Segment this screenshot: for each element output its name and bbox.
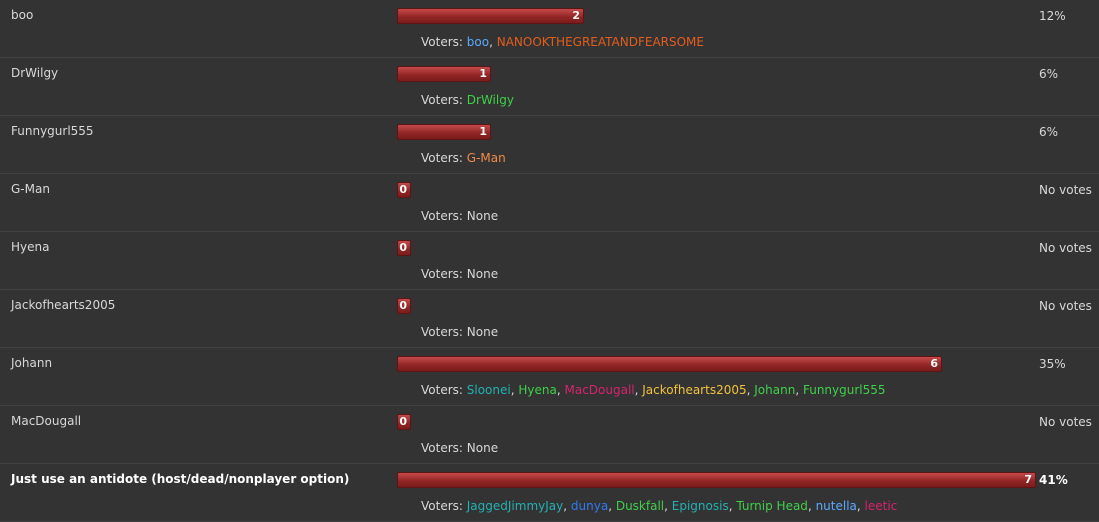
- vote-bar: 2: [397, 8, 584, 24]
- poll-option-label: Hyena: [11, 240, 50, 254]
- voters-list: Voters: None: [421, 325, 498, 339]
- voters-none: None: [466, 267, 499, 281]
- vote-bar: 1: [397, 66, 491, 82]
- poll-option-label: Just use an antidote (host/dead/nonplaye…: [11, 472, 350, 486]
- voters-list: Voters: Sloonei, Hyena, MacDougall, Jack…: [421, 383, 886, 397]
- poll-option-label: MacDougall: [11, 414, 82, 428]
- vote-percent: 35%: [1039, 357, 1066, 371]
- vote-bar: 7: [397, 472, 1036, 488]
- voters-label: Voters:: [421, 267, 463, 281]
- voter-link[interactable]: leetic: [865, 499, 898, 513]
- vote-percent: 6%: [1039, 125, 1059, 139]
- voters-label: Voters:: [421, 499, 463, 513]
- poll-option-row: Johann 6 35% Voters: Sloonei, Hyena, MacDou…: [0, 348, 1099, 406]
- voter-link[interactable]: Duskfall: [616, 499, 664, 513]
- poll-option-label: Johann: [11, 356, 53, 370]
- vote-bar: 0: [397, 240, 411, 256]
- vote-bar: 6: [397, 356, 942, 372]
- voters-label: Voters:: [421, 35, 463, 49]
- poll-option-row: Funnygurl555 1 6% Voters: G-Man: [0, 116, 1099, 174]
- poll-option-label: G-Man: [11, 182, 50, 196]
- voters-none: None: [466, 325, 499, 339]
- poll-option-row: G-Man 0 No votes Voters: None: [0, 174, 1099, 232]
- voter-link[interactable]: NANOOKTHEGREATANDFEARSOME: [497, 35, 704, 49]
- voters-label: Voters:: [421, 151, 463, 165]
- voter-link[interactable]: JaggedJimmyJay: [467, 499, 563, 513]
- voter-link[interactable]: Johann: [754, 383, 795, 397]
- voter-link[interactable]: Jackofhearts2005: [642, 383, 746, 397]
- voter-link[interactable]: Funnygurl555: [803, 383, 886, 397]
- poll-option-row: Hyena 0 No votes Voters: None: [0, 232, 1099, 290]
- voter-link[interactable]: Sloonei: [467, 383, 511, 397]
- vote-count: 1: [479, 67, 487, 80]
- voters-list: Voters: boo, NANOOKTHEGREATANDFEARSOME: [421, 35, 704, 49]
- vote-count: 1: [479, 125, 487, 138]
- voter-link[interactable]: dunya: [571, 499, 608, 513]
- voter-link[interactable]: Turnip Head: [736, 499, 808, 513]
- poll-option-row: boo 2 12% Voters: boo, NANOOKTHEGREATANDFEA…: [0, 0, 1099, 58]
- vote-count: 0: [399, 415, 407, 428]
- voter-link[interactable]: Hyena: [518, 383, 556, 397]
- poll-results: boo 2 12% Voters: boo, NANOOKTHEGREATANDFEA…: [0, 0, 1099, 522]
- voters-label: Voters:: [421, 325, 463, 339]
- poll-option-row: Jackofhearts2005 0 No votes Voters: None: [0, 290, 1099, 348]
- voters-list: Voters: None: [421, 441, 498, 455]
- poll-option-label: DrWilgy: [11, 66, 59, 80]
- poll-option-row: DrWilgy 1 6% Voters: DrWilgy: [0, 58, 1099, 116]
- voter-link[interactable]: MacDougall: [564, 383, 634, 397]
- vote-count: 6: [930, 357, 938, 370]
- vote-percent: No votes: [1039, 183, 1092, 197]
- voters-list: Voters: G-Man: [421, 151, 506, 165]
- voters-list: Voters: None: [421, 209, 498, 223]
- voters-list: Voters: JaggedJimmyJay, dunya, Duskfall,…: [421, 499, 898, 513]
- vote-count: 0: [399, 241, 407, 254]
- voters-list: Voters: DrWilgy: [421, 93, 514, 107]
- voter-link[interactable]: DrWilgy: [467, 93, 514, 107]
- vote-count: 2: [572, 9, 580, 22]
- vote-bar: 0: [397, 182, 411, 198]
- vote-count: 7: [1024, 473, 1032, 486]
- voters-label: Voters:: [421, 441, 463, 455]
- poll-option-row: Just use an antidote (host/dead/nonplaye…: [0, 464, 1099, 522]
- poll-option-row: MacDougall 0 No votes Voters: None: [0, 406, 1099, 464]
- voter-link[interactable]: Epignosis: [672, 499, 729, 513]
- vote-bar: 1: [397, 124, 491, 140]
- vote-percent: 12%: [1039, 9, 1066, 23]
- voters-list: Voters: None: [421, 267, 498, 281]
- voter-link[interactable]: G-Man: [467, 151, 506, 165]
- vote-bar: 0: [397, 298, 411, 314]
- voter-link[interactable]: nutella: [816, 499, 857, 513]
- vote-count: 0: [399, 183, 407, 196]
- vote-percent: No votes: [1039, 415, 1092, 429]
- voters-label: Voters:: [421, 93, 463, 107]
- poll-option-label: Funnygurl555: [11, 124, 94, 138]
- vote-percent: 41%: [1039, 473, 1068, 487]
- vote-bar: 0: [397, 414, 411, 430]
- voters-none: None: [466, 209, 499, 223]
- vote-percent: No votes: [1039, 299, 1092, 313]
- vote-count: 0: [399, 299, 407, 312]
- vote-percent: 6%: [1039, 67, 1059, 81]
- poll-option-label: Jackofhearts2005: [11, 298, 116, 312]
- voter-link[interactable]: boo: [467, 35, 489, 49]
- voters-label: Voters:: [421, 209, 463, 223]
- vote-percent: No votes: [1039, 241, 1092, 255]
- voters-none: None: [466, 441, 499, 455]
- poll-option-label: boo: [11, 8, 34, 22]
- voters-label: Voters:: [421, 383, 463, 397]
